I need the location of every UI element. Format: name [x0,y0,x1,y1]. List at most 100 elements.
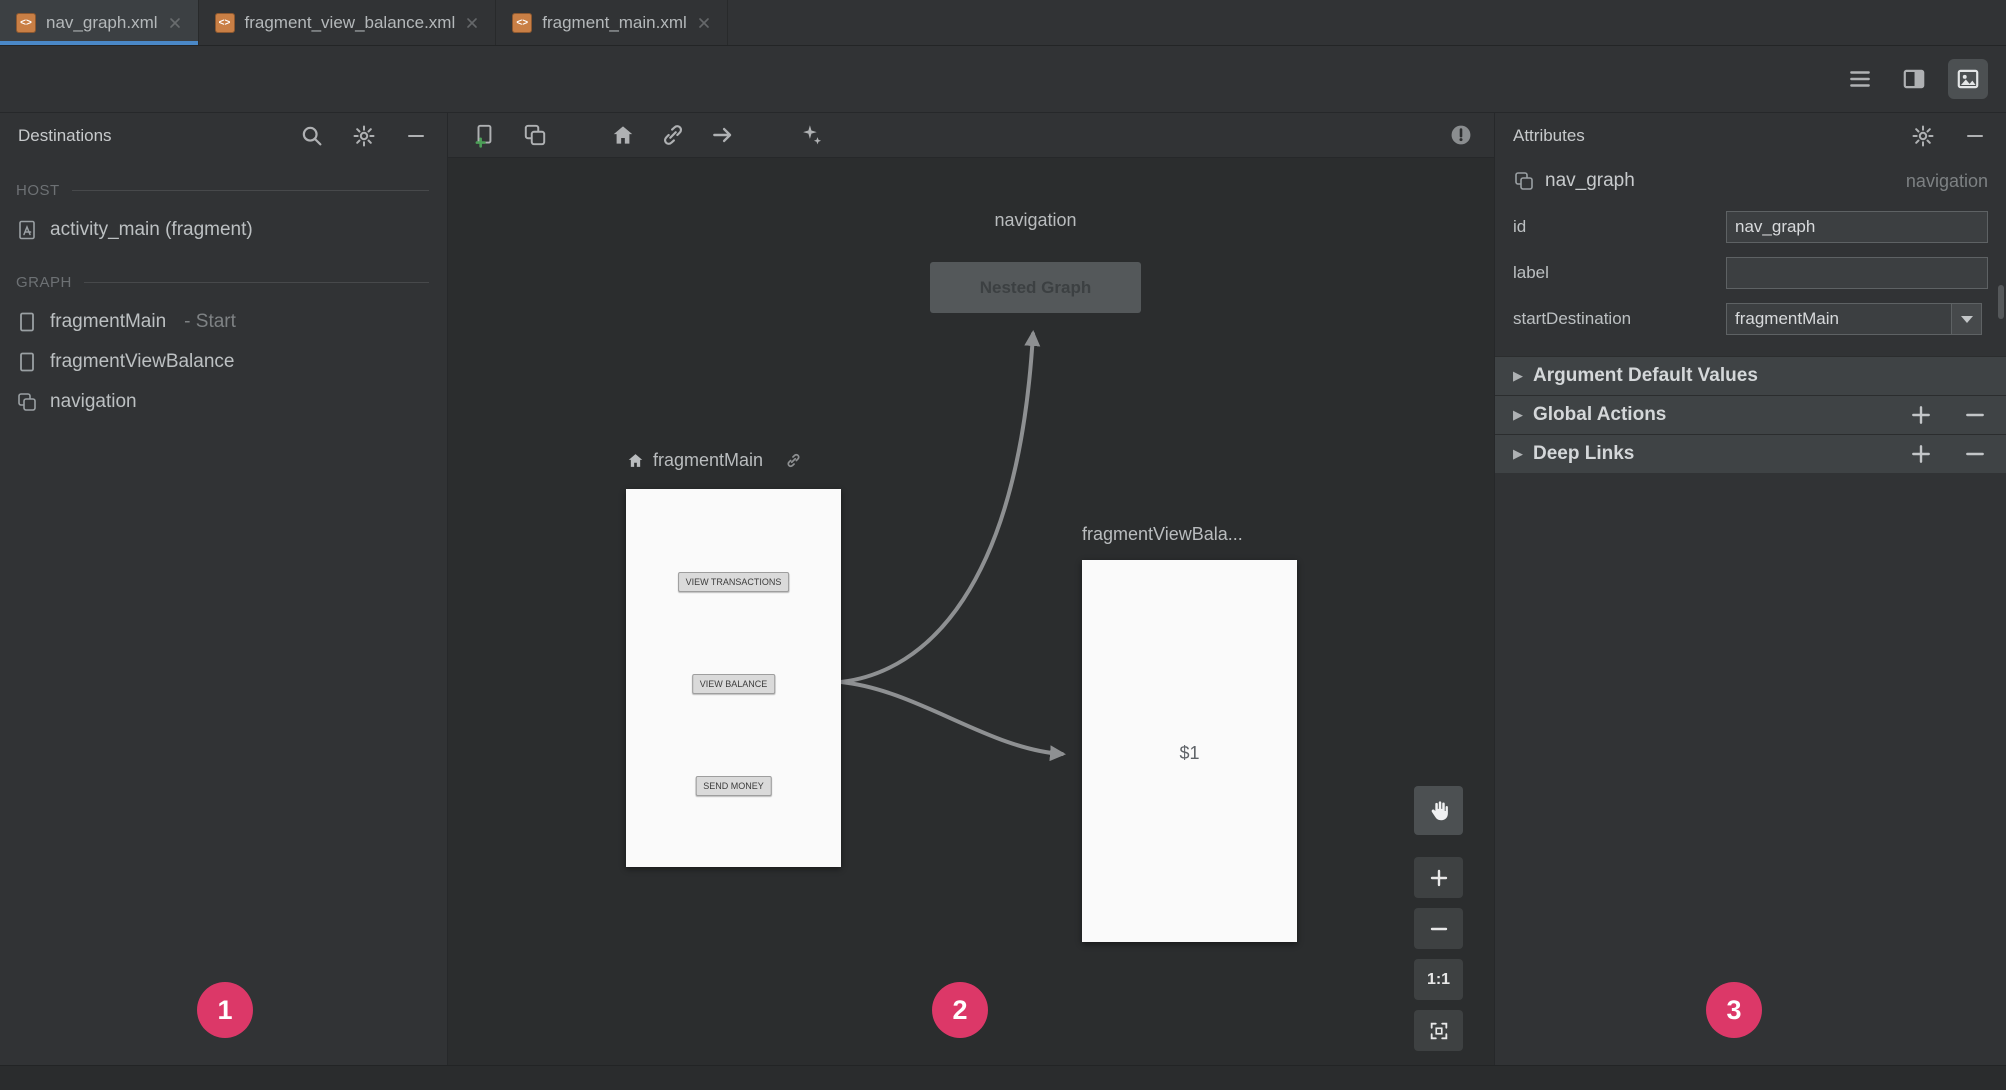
hand-icon [1431,800,1448,820]
section-deep-links[interactable]: ▶ Deep Links [1495,434,2006,473]
destinations-panel: Destinations HOST activity_main (fragmen… [0,113,448,1065]
panel-settings-button[interactable] [351,123,377,149]
view-balance-button: VIEW BALANCE [691,674,776,695]
list-icon [1850,71,1870,87]
minus-icon [408,134,424,137]
activity-icon [19,220,35,240]
graph-label-text: GRAPH [16,273,72,291]
balance-text: $1 [1179,743,1200,764]
tab-nav-graph-xml[interactable]: nav_graph.xml [0,0,199,45]
nested-graph-icon [18,393,36,411]
id-field[interactable] [1726,211,1988,243]
label-label: label [1513,263,1549,282]
hide-panel-button[interactable] [403,123,429,149]
minus-icon [1966,413,1984,417]
minus-icon [1430,927,1447,930]
search-button[interactable] [299,123,325,149]
annotation-circle-2: 2 [932,982,988,1038]
fragment-main-title[interactable]: fragmentMain [626,450,802,471]
fragment-view-balance-title[interactable]: fragmentViewBala... [1082,524,1243,545]
deep-link-button[interactable] [660,122,686,148]
remove-global-action-button[interactable] [1962,402,1988,428]
chevron-down-icon [1951,304,1981,334]
home-icon [613,126,633,144]
tab-label: fragment_view_balance.xml [244,12,456,32]
warnings-button[interactable] [1448,122,1474,148]
host-section-label: HOST [0,170,447,210]
attributes-settings-button[interactable] [1910,123,1936,149]
destinations-title: Destinations [18,125,112,145]
graph-section-label: GRAPH [0,262,447,302]
close-icon[interactable] [465,16,479,30]
auto-arrange-button[interactable] [798,122,824,148]
graph-canvas[interactable]: navigation Nested Graph fragmentMain VIE… [448,158,1494,1065]
plus-icon [1912,406,1930,424]
label-field[interactable] [1726,257,1988,289]
destinations-header: Destinations [0,113,447,158]
editor-toolbar [448,113,1494,158]
destination-label: fragmentMain [50,311,167,332]
section-title: Global Actions [1533,404,1667,425]
host-label-text: HOST [16,181,60,199]
nested-graph-icon [1515,172,1533,190]
section-title: Deep Links [1533,443,1635,464]
tab-fragment-view-balance-xml[interactable]: fragment_view_balance.xml [199,0,497,45]
tab-label: nav_graph.xml [46,12,158,32]
code-view-button[interactable] [1840,59,1880,99]
assign-start-button[interactable] [610,122,636,148]
remove-deep-link-button[interactable] [1962,441,1988,467]
component-type: navigation [1905,170,1988,191]
nested-graph-title-text: navigation [994,210,1077,230]
start-destination-label: startDestination [1513,309,1632,328]
destination-item-navigation[interactable]: navigation [0,382,447,422]
destination-label: fragmentViewBalance [50,351,235,372]
annotation-circle-3: 3 [1706,982,1762,1038]
zoom-controls: 1:1 [1414,786,1463,1061]
destination-item-fragment-view-balance[interactable]: fragmentViewBalance [0,342,447,382]
new-nested-graph-button[interactable] [522,122,548,148]
attributes-panel: Attributes nav_graph navigation id nav_g… [1494,113,2006,1065]
split-view-button[interactable] [1894,59,1934,99]
hide-attributes-button[interactable] [1962,123,1988,149]
selected-component-row: nav_graph navigation [1495,158,2006,204]
scrollbar-thumb[interactable] [1998,285,2004,319]
image-icon [1957,69,1979,89]
design-view-button[interactable] [1948,59,1988,99]
zoom-to-fit-button[interactable] [1414,1010,1463,1051]
new-destination-button[interactable] [472,122,498,148]
fragment-view-balance-title-text: fragmentViewBala... [1082,524,1243,544]
add-global-action-button[interactable] [1908,402,1934,428]
pan-tool-button[interactable] [1414,786,1463,835]
section-global-actions[interactable]: ▶ Global Actions [1495,395,2006,434]
warning-icon [1451,125,1471,145]
search-icon [302,126,322,145]
nested-graph-title: navigation [930,210,1141,231]
link-icon [787,453,800,468]
add-deep-link-button[interactable] [1908,441,1934,467]
destination-suffix: - Start [184,311,236,332]
close-icon[interactable] [168,16,182,30]
zoom-in-button[interactable] [1414,857,1463,898]
gear-icon [353,125,375,146]
zoom-reset-button[interactable]: 1:1 [1414,959,1463,1000]
collapsed-triangle-icon: ▶ [1513,407,1523,422]
start-destination-dropdown[interactable]: fragmentMain [1726,303,1982,335]
send-money-button: SEND MONEY [695,776,772,797]
nested-graph-node[interactable]: Nested Graph [930,262,1141,313]
fragment-main-preview[interactable]: VIEW TRANSACTIONS VIEW BALANCE SEND MONE… [626,489,841,867]
id-label: id [1513,217,1527,236]
minus-icon [1967,134,1983,137]
destination-item-activity-main[interactable]: activity_main (fragment) [0,210,447,250]
component-name: nav_graph [1545,170,1635,191]
xml-file-icon [512,12,533,33]
destination-item-fragment-main[interactable]: fragmentMain - Start [0,302,447,342]
status-bar [0,1065,2006,1090]
action-arrow-button[interactable] [710,122,736,148]
destination-label: activity_main (fragment) [50,219,253,240]
nested-graph-icon [524,124,546,146]
section-argument-default-values[interactable]: ▶ Argument Default Values [1495,356,2006,395]
tab-fragment-main-xml[interactable]: fragment_main.xml [496,0,728,45]
close-icon[interactable] [697,16,711,30]
fragment-view-balance-preview[interactable]: $1 [1082,560,1297,942]
zoom-out-button[interactable] [1414,908,1463,949]
